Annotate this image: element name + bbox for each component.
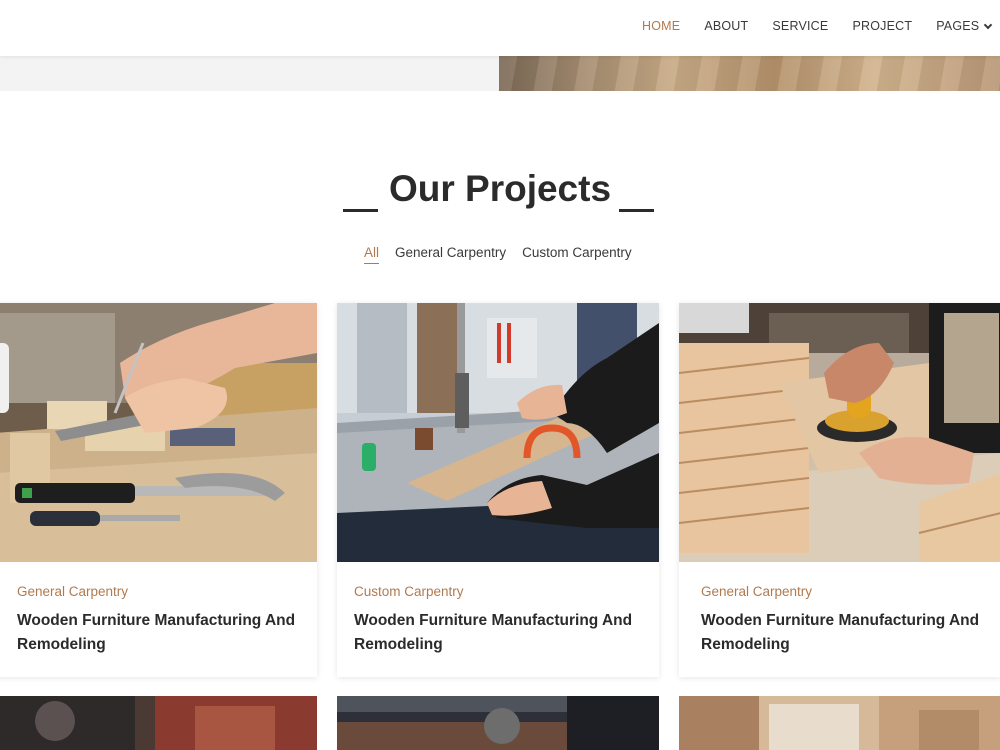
nav-item-label: SERVICE <box>772 19 829 33</box>
title-dash-right <box>619 209 654 212</box>
hero-strip <box>0 56 1000 91</box>
nav-item-label: HOME <box>642 19 681 33</box>
nav-menu: HOME ABOUT SERVICE PROJECT PAGES CO <box>642 0 1000 52</box>
project-card-partial[interactable] <box>679 696 1000 750</box>
project-image[interactable] <box>679 303 1000 562</box>
project-category[interactable]: General Carpentry <box>17 584 128 599</box>
nav-item-pages[interactable]: PAGES <box>936 19 993 33</box>
project-card-partial[interactable] <box>0 696 317 750</box>
nav-item-about[interactable]: ABOUT <box>704 19 748 33</box>
project-title[interactable]: Wooden Furniture Manufacturing And Remod… <box>17 609 307 657</box>
chevron-down-icon <box>984 20 993 29</box>
nav-item-label: ABOUT <box>704 19 749 33</box>
nav-item-project[interactable]: PROJECT <box>852 19 912 33</box>
filter-general-carpentry[interactable]: General Carpentry <box>395 245 506 264</box>
filter-all[interactable]: All <box>364 245 380 264</box>
nav-item-home[interactable]: HOME <box>642 19 680 33</box>
nav-item-label: PAGES <box>936 19 980 33</box>
hero-panel <box>0 56 499 91</box>
project-filters: All General Carpentry Custom Carpentry <box>364 245 648 264</box>
project-card-partial[interactable] <box>337 696 659 750</box>
project-card[interactable]: Custom Carpentry Wooden Furniture Manufa… <box>337 303 659 677</box>
project-image[interactable] <box>337 303 659 562</box>
nav-item-label: PROJECT <box>852 19 913 33</box>
navbar: HOME ABOUT SERVICE PROJECT PAGES CO <box>0 0 1000 56</box>
project-title[interactable]: Wooden Furniture Manufacturing And Remod… <box>354 609 644 657</box>
filter-custom-carpentry[interactable]: Custom Carpentry <box>522 245 632 264</box>
project-image[interactable] <box>0 303 317 562</box>
project-title[interactable]: Wooden Furniture Manufacturing And Remod… <box>701 609 991 657</box>
section-title: Our Projects <box>388 168 612 209</box>
nav-item-service[interactable]: SERVICE <box>772 19 828 33</box>
project-card[interactable]: General Carpentry Wooden Furniture Manuf… <box>679 303 1000 677</box>
hero-image <box>499 56 1000 91</box>
project-card[interactable]: General Carpentry Wooden Furniture Manuf… <box>0 303 317 677</box>
project-category[interactable]: General Carpentry <box>701 584 812 599</box>
project-category[interactable]: Custom Carpentry <box>354 584 464 599</box>
